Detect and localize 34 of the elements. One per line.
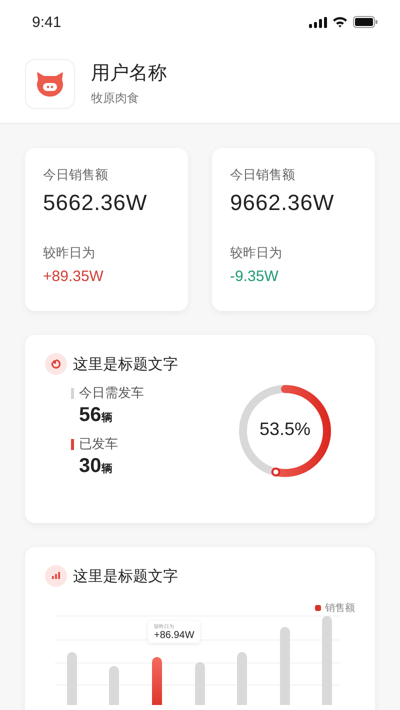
legend-marker <box>315 605 321 611</box>
company-name: 牧原肉食 <box>91 90 140 107</box>
compare-label: 较昨日为 <box>230 245 282 262</box>
sales-value: 9662.36W <box>230 190 334 216</box>
card-title: 这里是标题文字 <box>73 354 178 374</box>
stat-value: 30 <box>79 455 102 478</box>
sales-label: 今日销售额 <box>230 167 295 184</box>
chart-bar <box>237 652 247 705</box>
wifi-icon <box>332 16 348 28</box>
ring-chart-icon <box>45 353 67 375</box>
pig-logo-icon <box>25 58 75 108</box>
stat-label: 今日需发车 <box>79 385 144 402</box>
progress-reading: 53.5% <box>258 419 312 440</box>
battery-icon <box>353 16 378 28</box>
card-title: 这里是标题文字 <box>73 566 178 586</box>
stat-unit: 辆 <box>101 410 112 425</box>
user-name: 用户名称 <box>91 61 167 86</box>
sales-label: 今日销售额 <box>43 167 108 184</box>
chart-bar <box>67 652 77 705</box>
sales-value: 5662.36W <box>43 190 148 216</box>
tooltip-value: +86.94W <box>154 630 194 641</box>
status-time: 9:41 <box>32 14 62 30</box>
stat-unit: 辆 <box>101 461 112 476</box>
highlighted-bar <box>152 657 162 705</box>
chart-bar <box>195 662 205 705</box>
stat-label: 已发车 <box>79 436 118 453</box>
legend-label: 销售额 <box>325 602 355 615</box>
compare-label: 较昨日为 <box>43 245 95 262</box>
stat-value: 56 <box>79 404 102 427</box>
signal-icon <box>309 16 327 28</box>
bar-chart-icon <box>45 565 67 587</box>
change-value: +89.35W <box>43 268 104 285</box>
chart-bar <box>109 666 119 705</box>
change-value: -9.35W <box>230 268 278 285</box>
